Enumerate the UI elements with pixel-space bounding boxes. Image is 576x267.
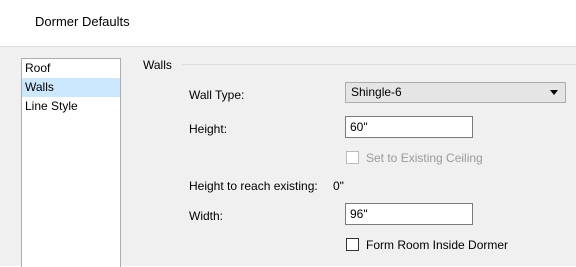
form-room-inside-dormer-checkbox[interactable] xyxy=(346,238,359,251)
walls-group-title: Walls xyxy=(143,58,172,72)
category-list[interactable]: Roof Walls Line Style xyxy=(21,58,121,267)
wall-type-value: Shingle-6 xyxy=(351,85,402,99)
chevron-down-icon xyxy=(550,90,558,95)
set-to-existing-ceiling-checkbox[interactable] xyxy=(346,151,359,164)
wall-type-select[interactable]: Shingle-6 xyxy=(345,82,566,103)
list-item-walls[interactable]: Walls xyxy=(22,78,120,97)
dialog-header: Dormer Defaults xyxy=(0,0,576,47)
width-label: Width: xyxy=(189,209,224,223)
list-item-roof[interactable]: Roof xyxy=(22,59,120,78)
dialog-title: Dormer Defaults xyxy=(35,14,130,29)
group-divider xyxy=(182,64,576,65)
width-input[interactable]: 96" xyxy=(345,203,473,225)
wall-type-label: Wall Type: xyxy=(189,88,245,102)
height-to-reach-existing-value: 0" xyxy=(333,179,344,193)
height-label: Height: xyxy=(189,122,228,136)
dialog-content: Roof Walls Line Style Walls Wall Type: S… xyxy=(0,47,576,267)
list-item-line-style[interactable]: Line Style xyxy=(22,97,120,116)
height-to-reach-existing-label: Height to reach existing: xyxy=(189,179,318,193)
height-input[interactable]: 60" xyxy=(345,116,473,138)
set-to-existing-ceiling-label: Set to Existing Ceiling xyxy=(366,151,483,165)
form-room-inside-dormer-label: Form Room Inside Dormer xyxy=(366,238,509,252)
